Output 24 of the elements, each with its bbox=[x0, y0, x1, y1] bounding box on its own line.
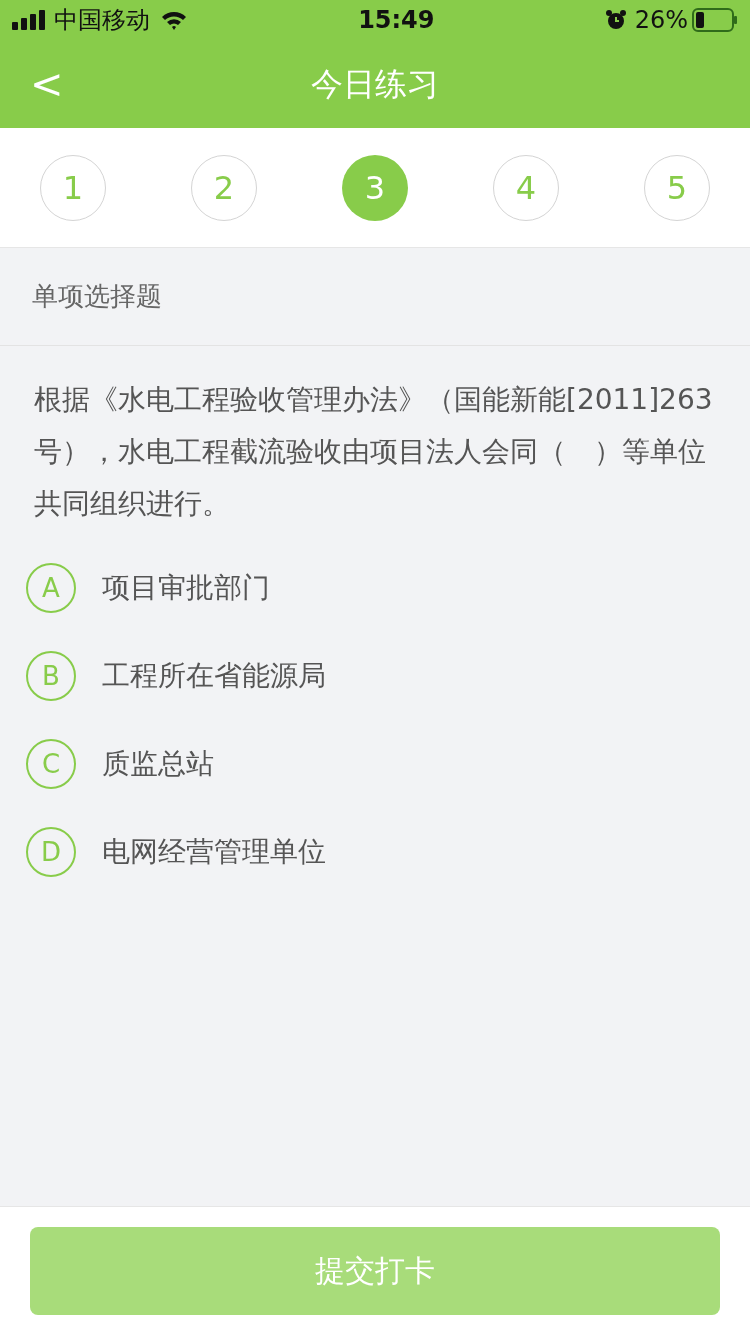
option-text[interactable]: 工程所在省能源局 bbox=[102, 655, 326, 697]
page-title: 今日练习 bbox=[311, 64, 439, 105]
clock-time: 15:49 bbox=[358, 5, 435, 36]
question-text: 根据《水电工程验收管理办法》（国能新能[2011]263号），水电工程截流验收由项目法人会同（ ）等单位共同组织进行。 bbox=[34, 382, 714, 522]
option-text[interactable]: 质监总站 bbox=[102, 743, 214, 785]
question-type: 单项选择题 bbox=[32, 280, 162, 313]
option-letter[interactable]: D bbox=[26, 827, 76, 877]
option-text[interactable]: 电网经营管理单位 bbox=[102, 831, 326, 873]
battery-percent: 26% bbox=[634, 5, 688, 36]
question-number[interactable]: 2 bbox=[191, 154, 257, 221]
question-number[interactable]: 3 bbox=[342, 154, 408, 221]
option-text[interactable]: 项目审批部门 bbox=[102, 567, 270, 609]
question-number[interactable]: 4 bbox=[493, 154, 559, 221]
option-letter[interactable]: B bbox=[26, 651, 76, 701]
battery-icon bbox=[692, 8, 738, 32]
question-number[interactable]: 1 bbox=[40, 154, 106, 221]
back-button[interactable]: < bbox=[24, 64, 70, 104]
option-letter[interactable]: C bbox=[26, 739, 76, 789]
alarm-icon bbox=[604, 9, 627, 31]
option-letter[interactable]: A bbox=[26, 563, 76, 613]
carrier-name: 中国移动 bbox=[54, 5, 150, 36]
question-number[interactable]: 5 bbox=[644, 154, 710, 221]
wifi-icon bbox=[160, 9, 188, 31]
signal-icon bbox=[12, 10, 48, 30]
